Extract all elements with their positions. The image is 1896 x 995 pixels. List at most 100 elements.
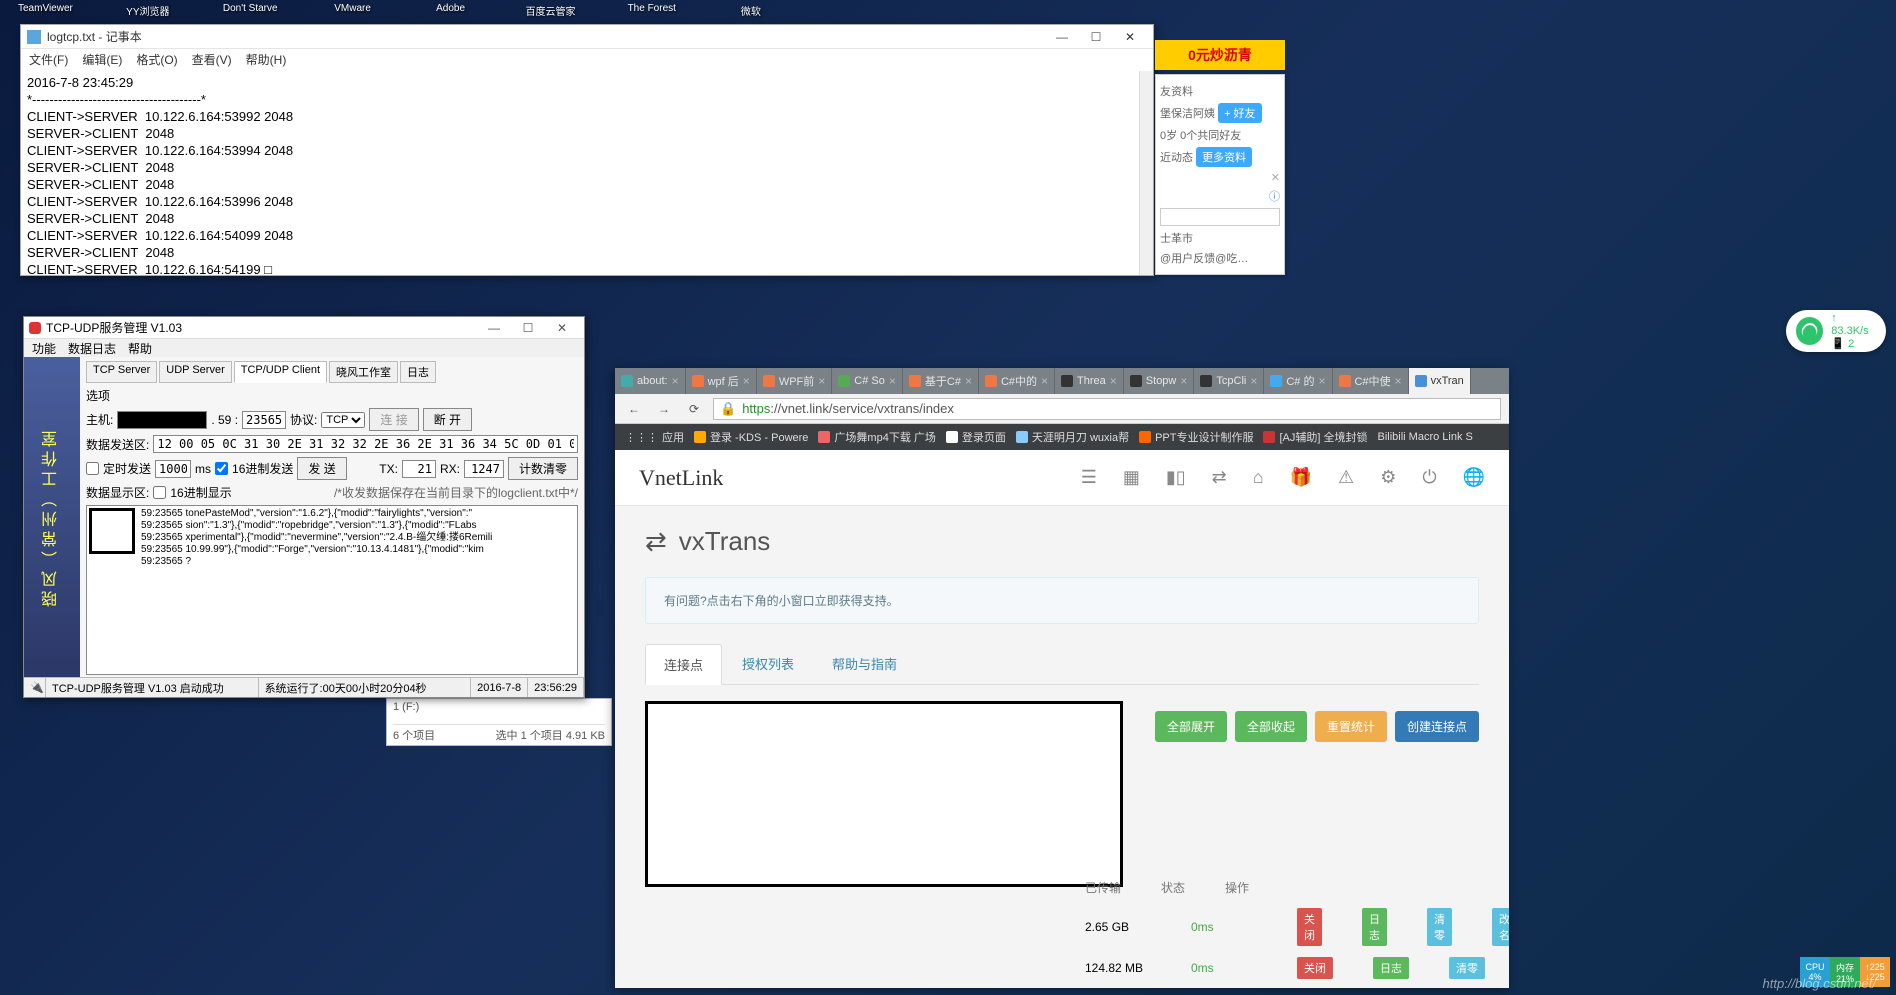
- home-icon[interactable]: ⌂: [1253, 467, 1264, 488]
- desktop-icon[interactable]: 百度云管家: [526, 0, 576, 22]
- desktop-icon[interactable]: TeamViewer: [18, 0, 73, 22]
- desktop-icon[interactable]: Adobe: [428, 0, 474, 22]
- desktop-icon[interactable]: VMware: [330, 0, 376, 22]
- minimize-button[interactable]: —: [477, 317, 511, 339]
- tab-close-icon[interactable]: ×: [1250, 374, 1257, 388]
- log-display[interactable]: 59:23565 tonePasteMod","version":"1.6.2"…: [86, 505, 578, 675]
- apps-button[interactable]: ⋮⋮⋮ 应用: [625, 429, 684, 445]
- tab-close-icon[interactable]: ×: [965, 374, 972, 388]
- menu-format[interactable]: 格式(O): [136, 51, 177, 67]
- browser-tab[interactable]: Stopw×: [1124, 368, 1195, 394]
- tab-close-icon[interactable]: ×: [818, 374, 825, 388]
- subtab-connections[interactable]: 连接点: [645, 644, 722, 685]
- browser-tab[interactable]: about:×: [615, 368, 686, 394]
- menu-help[interactable]: 帮助(H): [246, 51, 287, 67]
- browser-tab[interactable]: C# 的×: [1264, 368, 1332, 394]
- subtab-help[interactable]: 帮助与指南: [814, 644, 915, 684]
- close-button[interactable]: ✕: [545, 317, 579, 339]
- op-log[interactable]: 日志: [1373, 957, 1409, 979]
- notepad-titlebar[interactable]: logtcp.txt - 记事本 — ☐ ✕: [21, 25, 1153, 49]
- tcptool-titlebar[interactable]: TCP-UDP服务管理 V1.03 — ☐ ✕: [24, 317, 584, 339]
- menu-file[interactable]: 文件(F): [29, 51, 68, 67]
- desktop-icon[interactable]: YY浏览器: [125, 0, 171, 22]
- tab-close-icon[interactable]: ×: [1041, 374, 1048, 388]
- warning-icon[interactable]: ⚠: [1338, 467, 1354, 488]
- menu-function[interactable]: 功能: [32, 340, 56, 356]
- maximize-button[interactable]: ☐: [511, 317, 545, 339]
- tab-close-icon[interactable]: ×: [672, 374, 679, 388]
- more-info-button[interactable]: 更多资料: [1196, 147, 1252, 167]
- desktop-icon[interactable]: 微软: [728, 0, 774, 22]
- disconnect-button[interactable]: 断 开: [423, 408, 472, 431]
- servers-icon[interactable]: ☰: [1081, 467, 1097, 488]
- op-close[interactable]: 关闭: [1297, 908, 1322, 946]
- browser-tab[interactable]: WPF前×: [757, 368, 832, 394]
- send-data-input[interactable]: [153, 435, 578, 453]
- forward-button[interactable]: →: [653, 398, 675, 420]
- create-connection-button[interactable]: 创建连接点: [1395, 711, 1479, 742]
- menu-log[interactable]: 数据日志: [68, 340, 116, 356]
- op-log[interactable]: 日志: [1362, 908, 1387, 946]
- op-close[interactable]: 关闭: [1297, 957, 1333, 979]
- explorer-drive[interactable]: 1 (F:): [393, 701, 605, 713]
- port-input[interactable]: [242, 411, 286, 429]
- stats-icon[interactable]: ▮▯: [1166, 467, 1186, 488]
- browser-tab[interactable]: wpf 后×: [686, 368, 757, 394]
- desktop-icon[interactable]: Don't Starve: [223, 0, 278, 22]
- system-tray-monitor[interactable]: CPU4% 内存21% ↑225↓225: [1800, 957, 1890, 987]
- tab-close-icon[interactable]: ×: [743, 374, 750, 388]
- connect-button[interactable]: 连 接: [369, 408, 418, 431]
- ad-banner[interactable]: 0元炒沥青: [1155, 40, 1285, 70]
- tab-log[interactable]: 日志: [400, 361, 436, 383]
- hex-checkbox[interactable]: [215, 462, 228, 475]
- tab-studio[interactable]: 晓风工作室: [329, 361, 398, 383]
- notepad-textarea[interactable]: 2016-7-8 23:45:29 *---------------------…: [21, 71, 1153, 275]
- browser-tab[interactable]: C#中使×: [1333, 368, 1409, 394]
- minimize-button[interactable]: —: [1045, 26, 1079, 48]
- settings-icon[interactable]: ⚙: [1380, 467, 1396, 488]
- browser-tab[interactable]: 基于C#×: [903, 368, 979, 394]
- url-input[interactable]: 🔒 https://vnet.link/service/vxtrans/inde…: [713, 398, 1501, 420]
- maximize-button[interactable]: ☐: [1079, 26, 1113, 48]
- tab-close-icon[interactable]: ×: [1110, 374, 1117, 388]
- bookmark-item[interactable]: PPT专业设计制作服: [1139, 429, 1253, 445]
- power-icon[interactable]: ⏻: [1422, 467, 1436, 488]
- globe-icon[interactable]: 🌐: [1463, 467, 1485, 488]
- back-button[interactable]: ←: [623, 398, 645, 420]
- bookmark-item[interactable]: 登录页面: [946, 429, 1006, 445]
- menu-edit[interactable]: 编辑(E): [82, 51, 122, 67]
- bookmark-item[interactable]: 广场舞mp4下载 广场: [818, 429, 935, 445]
- clear-count-button[interactable]: 计数清零: [508, 457, 578, 480]
- op-clear[interactable]: 清零: [1449, 957, 1485, 979]
- menu-help[interactable]: 帮助: [128, 340, 152, 356]
- tab-close-icon[interactable]: ×: [1180, 374, 1187, 388]
- proto-select[interactable]: TCP: [321, 412, 365, 428]
- tab-close-icon[interactable]: ×: [889, 374, 896, 388]
- close-button[interactable]: ✕: [1113, 26, 1147, 48]
- reset-stats-button[interactable]: 重置统计: [1315, 711, 1387, 742]
- browser-tab[interactable]: C# So×: [832, 368, 903, 394]
- reload-button[interactable]: ⟳: [683, 398, 705, 420]
- subtab-auth[interactable]: 授权列表: [724, 644, 812, 684]
- transfer-icon[interactable]: ⇄: [1212, 467, 1227, 488]
- add-friend-button[interactable]: + 好友: [1218, 103, 1261, 123]
- browser-tab[interactable]: TcpCli×: [1194, 368, 1264, 394]
- gift-icon[interactable]: 🎁: [1290, 467, 1312, 488]
- bookmark-item[interactable]: 登录 -KDS - Powere: [694, 429, 808, 445]
- notepad-scrollbar[interactable]: [1139, 71, 1153, 275]
- tab-close-icon[interactable]: ×: [1318, 374, 1325, 388]
- tab-close-icon[interactable]: ×: [1395, 374, 1402, 388]
- tab-udp-server[interactable]: UDP Server: [159, 361, 231, 383]
- display-hex-checkbox[interactable]: [153, 486, 166, 499]
- op-rename[interactable]: 改名: [1492, 908, 1509, 946]
- host-input[interactable]: [117, 411, 207, 429]
- bookmark-item[interactable]: [AJ辅助] 全境封锁: [1263, 429, 1367, 445]
- browser-tab-active[interactable]: vxTran: [1409, 368, 1471, 394]
- wifi-badge[interactable]: ↑ 83.3K/s📱 2: [1786, 310, 1886, 352]
- vnet-brand[interactable]: VnetLink: [639, 465, 723, 491]
- browser-tab[interactable]: C#中的×: [979, 368, 1055, 394]
- send-button[interactable]: 发 送: [297, 457, 346, 480]
- timer-ms-input[interactable]: [155, 460, 191, 478]
- grid-icon[interactable]: ▦: [1123, 467, 1140, 488]
- bookmark-item[interactable]: 天涯明月刀 wuxia帮: [1016, 429, 1129, 445]
